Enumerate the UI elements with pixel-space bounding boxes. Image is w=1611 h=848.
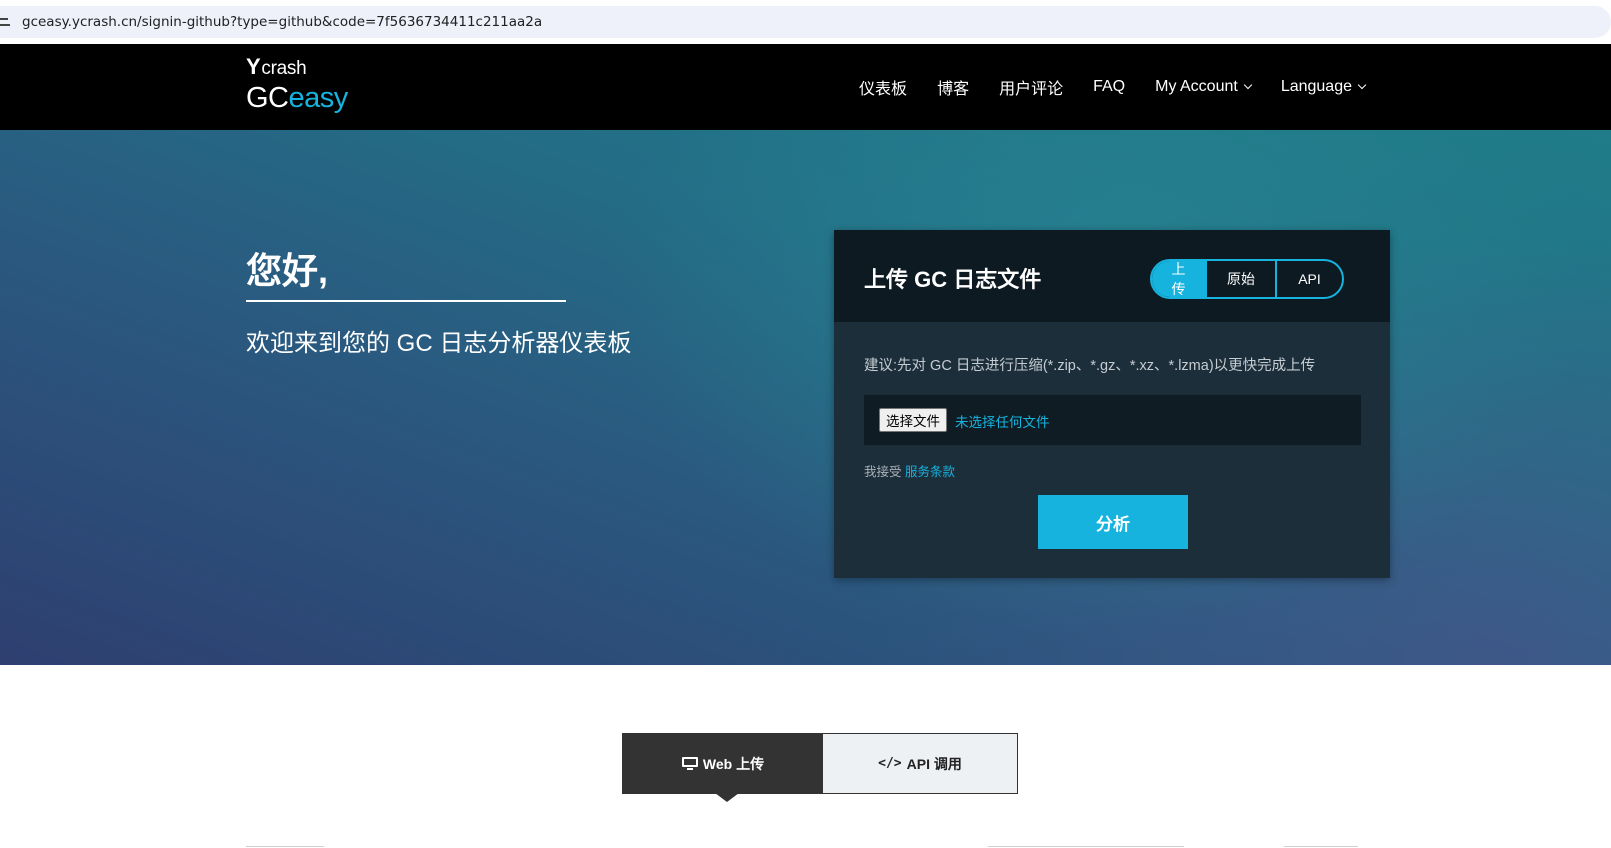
hero-section: 您好, 欢迎来到您的 GC 日志分析器仪表板 上传 GC 日志文件 上 传 原始… — [0, 130, 1611, 665]
welcome-text: 欢迎来到您的 GC 日志分析器仪表板 — [246, 330, 632, 357]
nav-my-account[interactable]: My Account — [1155, 78, 1253, 96]
greeting-heading: 您好, — [246, 250, 329, 291]
tab-web-upload-label: Web 上传 — [702, 755, 765, 772]
mode-upload-button[interactable]: 上 传 — [1152, 261, 1205, 297]
code-icon: </> — [878, 756, 902, 771]
nav-dashboard[interactable]: 仪表板 — [859, 75, 907, 99]
compression-hint: 建议:先对 GC 日志进行压缩(*.zip、*.gz、*.xz、*.lzma)以… — [864, 358, 1316, 374]
terms-prefix: 我接受 — [864, 465, 902, 479]
logo-ycrash: Y crash — [246, 54, 348, 80]
file-status-text: 未选择任何文件 — [955, 415, 1050, 430]
greeting-divider — [246, 300, 566, 302]
monitor-icon — [681, 757, 698, 770]
site-header: Y crash GCeasy 仪表板 博客 用户评论 FAQ My Accoun… — [0, 44, 1611, 130]
logo-crash-text: crash — [261, 58, 307, 79]
nav-language-label: Language — [1280, 78, 1352, 95]
site-settings-icon[interactable] — [0, 15, 12, 29]
address-field[interactable]: gceasy.ycrash.cn/signin-github?type=gith… — [0, 6, 1611, 38]
upload-mode-toggle: 上 传 原始 API — [1150, 259, 1344, 299]
logo-easy-text: easy — [288, 82, 349, 114]
nav-language[interactable]: Language — [1280, 78, 1367, 96]
mode-raw-button[interactable]: 原始 — [1205, 261, 1275, 297]
tab-api-call[interactable]: </> API 调用 — [823, 734, 1017, 793]
upload-panel: 上传 GC 日志文件 上 传 原始 API 建议:先对 GC 日志进行压缩(*.… — [834, 230, 1390, 578]
tab-api-call-label: API 调用 — [906, 755, 962, 772]
browser-address-bar: gceasy.ycrash.cn/signin-github?type=gith… — [0, 0, 1611, 44]
terms-link[interactable]: 服务条款 — [905, 465, 955, 479]
nav-faq[interactable]: FAQ — [1093, 78, 1125, 96]
mode-api-button[interactable]: API — [1275, 261, 1342, 297]
chevron-down-icon — [1357, 80, 1367, 90]
nav-reviews[interactable]: 用户评论 — [999, 75, 1063, 99]
logo-y-mark: Y — [246, 54, 261, 79]
logo-gc-text: GC — [246, 82, 289, 114]
chevron-down-icon — [1243, 80, 1253, 90]
nav-my-account-label: My Account — [1155, 78, 1238, 95]
terms-text: 我接受 服务条款 — [864, 461, 955, 480]
analyze-button[interactable]: 分析 — [1038, 495, 1188, 549]
upload-panel-title: 上传 GC 日志文件 — [864, 267, 1042, 292]
tab-web-upload[interactable]: Web 上传 — [623, 734, 823, 802]
url-text[interactable]: gceasy.ycrash.cn/signin-github?type=gith… — [22, 14, 542, 30]
usage-tabs: Web 上传 </> API 调用 — [622, 733, 1018, 802]
logo-gceasy: GCeasy — [246, 82, 348, 115]
upload-panel-header: 上传 GC 日志文件 上 传 原始 API — [834, 230, 1390, 322]
file-input-area: 选择文件 未选择任何文件 — [864, 395, 1361, 445]
main-nav: 仪表板 博客 用户评论 FAQ My Account Language — [859, 44, 1367, 130]
nav-blog[interactable]: 博客 — [937, 75, 969, 99]
logo[interactable]: Y crash GCeasy — [246, 54, 348, 115]
mode-upload-label-1: 上 — [1171, 261, 1186, 277]
mode-upload-label-2: 传 — [1171, 281, 1186, 297]
choose-file-button[interactable]: 选择文件 — [879, 408, 947, 432]
